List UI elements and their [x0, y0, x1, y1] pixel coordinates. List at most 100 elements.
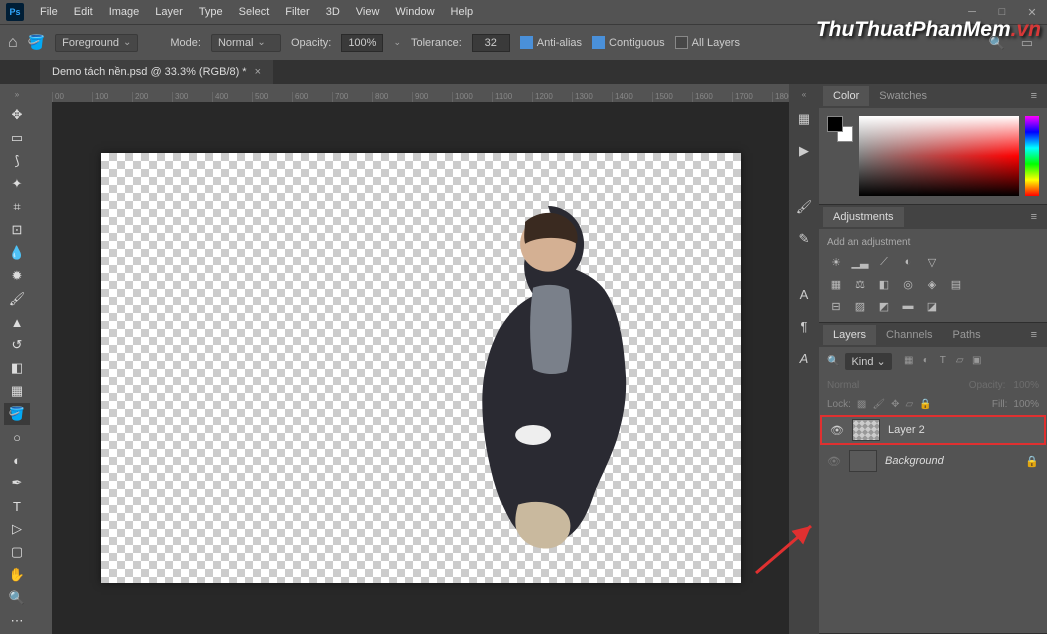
menu-3d[interactable]: 3D — [318, 2, 348, 22]
lock-transparency-icon[interactable]: ▩ — [857, 399, 866, 410]
lasso-tool[interactable]: ⟆ — [4, 150, 30, 172]
pen-tool[interactable]: ✒ — [4, 472, 30, 494]
channels-tab[interactable]: Channels — [876, 325, 942, 345]
ruler-origin[interactable] — [34, 84, 52, 102]
bucket-tool-icon[interactable]: 🪣 — [28, 34, 45, 51]
frame-tool[interactable]: ⊡ — [4, 219, 30, 241]
expand-strip-icon[interactable]: « — [802, 90, 806, 99]
menu-edit[interactable]: Edit — [66, 2, 101, 22]
layer-filter-dropdown[interactable]: Kind ⌄ — [845, 353, 891, 370]
balance-icon[interactable]: ⚖ — [851, 276, 869, 292]
zoom-tool[interactable]: 🔍 — [4, 587, 30, 609]
heal-tool[interactable]: ✹ — [4, 265, 30, 287]
history-panel-icon[interactable]: ▦ — [794, 111, 814, 131]
lock-position-icon[interactable]: ✥ — [891, 399, 899, 410]
fill-mode-dropdown[interactable]: Foreground — [55, 34, 138, 52]
fg-bg-swatches[interactable] — [827, 116, 853, 142]
menu-file[interactable]: File — [32, 2, 66, 22]
menu-select[interactable]: Select — [231, 2, 278, 22]
vertical-ruler[interactable] — [34, 102, 52, 634]
menu-type[interactable]: Type — [191, 2, 231, 22]
tolerance-input[interactable]: 32 — [472, 34, 510, 52]
layer-thumbnail[interactable] — [852, 419, 880, 441]
visibility-toggle-icon[interactable]: 👁 — [827, 455, 841, 468]
brush-settings-icon[interactable]: 🖌 — [794, 199, 814, 219]
swatches-tab[interactable]: Swatches — [869, 86, 937, 106]
home-icon[interactable]: ⌂ — [8, 34, 18, 52]
filter-smart-icon[interactable]: ▣ — [970, 355, 984, 369]
layer-name[interactable]: Layer 2 — [888, 424, 1036, 436]
magic-wand-tool[interactable]: ✦ — [4, 173, 30, 195]
menu-image[interactable]: Image — [101, 2, 148, 22]
menu-layer[interactable]: Layer — [147, 2, 191, 22]
color-field[interactable] — [859, 116, 1019, 196]
layers-tab[interactable]: Layers — [823, 325, 876, 345]
brushes-panel-icon[interactable]: ✎ — [794, 231, 814, 251]
expand-tools-icon[interactable]: » — [15, 90, 19, 99]
anti-alias-checkbox[interactable]: Anti-alias — [520, 36, 582, 49]
filter-pixel-icon[interactable]: ▦ — [902, 355, 916, 369]
filter-shape-icon[interactable]: ▱ — [953, 355, 967, 369]
levels-icon[interactable]: ▁▃ — [851, 254, 869, 270]
layer-item[interactable]: 👁 Background 🔒 — [819, 446, 1047, 476]
rectangle-tool[interactable]: ▢ — [4, 541, 30, 563]
layer-item[interactable]: 👁 Layer 2 — [820, 415, 1046, 445]
paint-bucket-tool[interactable]: 🪣 — [4, 403, 30, 425]
close-button[interactable]: ✕ — [1017, 6, 1047, 19]
opacity-input[interactable]: 100% — [341, 34, 383, 52]
maximize-button[interactable]: □ — [987, 6, 1017, 19]
layer-name[interactable]: Background — [885, 455, 1017, 467]
eyedropper-tool[interactable]: 💧 — [4, 242, 30, 264]
clone-tool[interactable]: ▲ — [4, 311, 30, 333]
glyph-icon[interactable]: A — [794, 351, 814, 371]
eraser-tool[interactable]: ◧ — [4, 357, 30, 379]
document-tab[interactable]: Demo tách nền.psd @ 33.3% (RGB/8) * × — [40, 60, 273, 84]
type-tool[interactable]: T — [4, 495, 30, 517]
color-tab[interactable]: Color — [823, 86, 869, 106]
lock-all-icon[interactable]: 🔒 — [919, 399, 931, 410]
exposure-icon[interactable]: ◐ — [899, 254, 917, 270]
vibrance-icon[interactable]: ▽ — [923, 254, 941, 270]
blur-tool[interactable]: ○ — [4, 426, 30, 448]
filter-type-icon[interactable]: T — [936, 355, 950, 369]
gradient-map-icon[interactable]: ▬ — [899, 298, 917, 314]
menu-window[interactable]: Window — [387, 2, 442, 22]
move-tool[interactable]: ✥ — [4, 104, 30, 126]
color-lookup-icon[interactable]: ▤ — [947, 276, 965, 292]
all-layers-checkbox[interactable]: All Layers — [675, 36, 740, 49]
layer-thumbnail[interactable] — [849, 450, 877, 472]
lock-pixels-icon[interactable]: 🖌 — [872, 399, 885, 410]
curves-icon[interactable]: ⟋ — [875, 254, 893, 270]
crop-tool[interactable]: ⌗ — [4, 196, 30, 218]
threshold-icon[interactable]: ◩ — [875, 298, 893, 314]
gradient-tool[interactable]: ▦ — [4, 380, 30, 402]
lock-artboard-icon[interactable]: ▱ — [905, 399, 913, 410]
selective-color-icon[interactable]: ◪ — [923, 298, 941, 314]
menu-filter[interactable]: Filter — [277, 2, 317, 22]
edit-toolbar[interactable]: ⋯ — [4, 610, 30, 632]
hue-icon[interactable]: ▦ — [827, 276, 845, 292]
horizontal-ruler[interactable]: 0010020030040050060070080090010001100120… — [52, 84, 789, 102]
visibility-toggle-icon[interactable]: 👁 — [830, 424, 844, 437]
opacity-flyout-icon[interactable]: ⌄ — [393, 37, 401, 48]
paragraph-icon[interactable]: ¶ — [794, 319, 814, 339]
path-select-tool[interactable]: ▷ — [4, 518, 30, 540]
layers-menu-icon[interactable]: ≡ — [1025, 329, 1043, 341]
adjustments-menu-icon[interactable]: ≡ — [1025, 211, 1043, 223]
dodge-tool[interactable]: ◐ — [4, 449, 30, 471]
minimize-button[interactable]: ─ — [957, 6, 987, 19]
blend-mode-dropdown[interactable]: Normal — [211, 34, 281, 52]
play-icon[interactable]: ▶ — [794, 143, 814, 163]
invert-icon[interactable]: ⊟ — [827, 298, 845, 314]
adjustments-tab[interactable]: Adjustments — [823, 207, 904, 227]
marquee-tool[interactable]: ▭ — [4, 127, 30, 149]
menu-view[interactable]: View — [348, 2, 388, 22]
layer-blend-dropdown[interactable]: Normal — [827, 380, 961, 391]
layer-opacity-input[interactable]: 100% — [1013, 380, 1039, 391]
channel-mixer-icon[interactable]: ◈ — [923, 276, 941, 292]
filter-adjust-icon[interactable]: ◐ — [919, 355, 933, 369]
fill-input[interactable]: 100% — [1013, 399, 1039, 410]
paths-tab[interactable]: Paths — [943, 325, 991, 345]
hand-tool[interactable]: ✋ — [4, 564, 30, 586]
contiguous-checkbox[interactable]: Contiguous — [592, 36, 665, 49]
